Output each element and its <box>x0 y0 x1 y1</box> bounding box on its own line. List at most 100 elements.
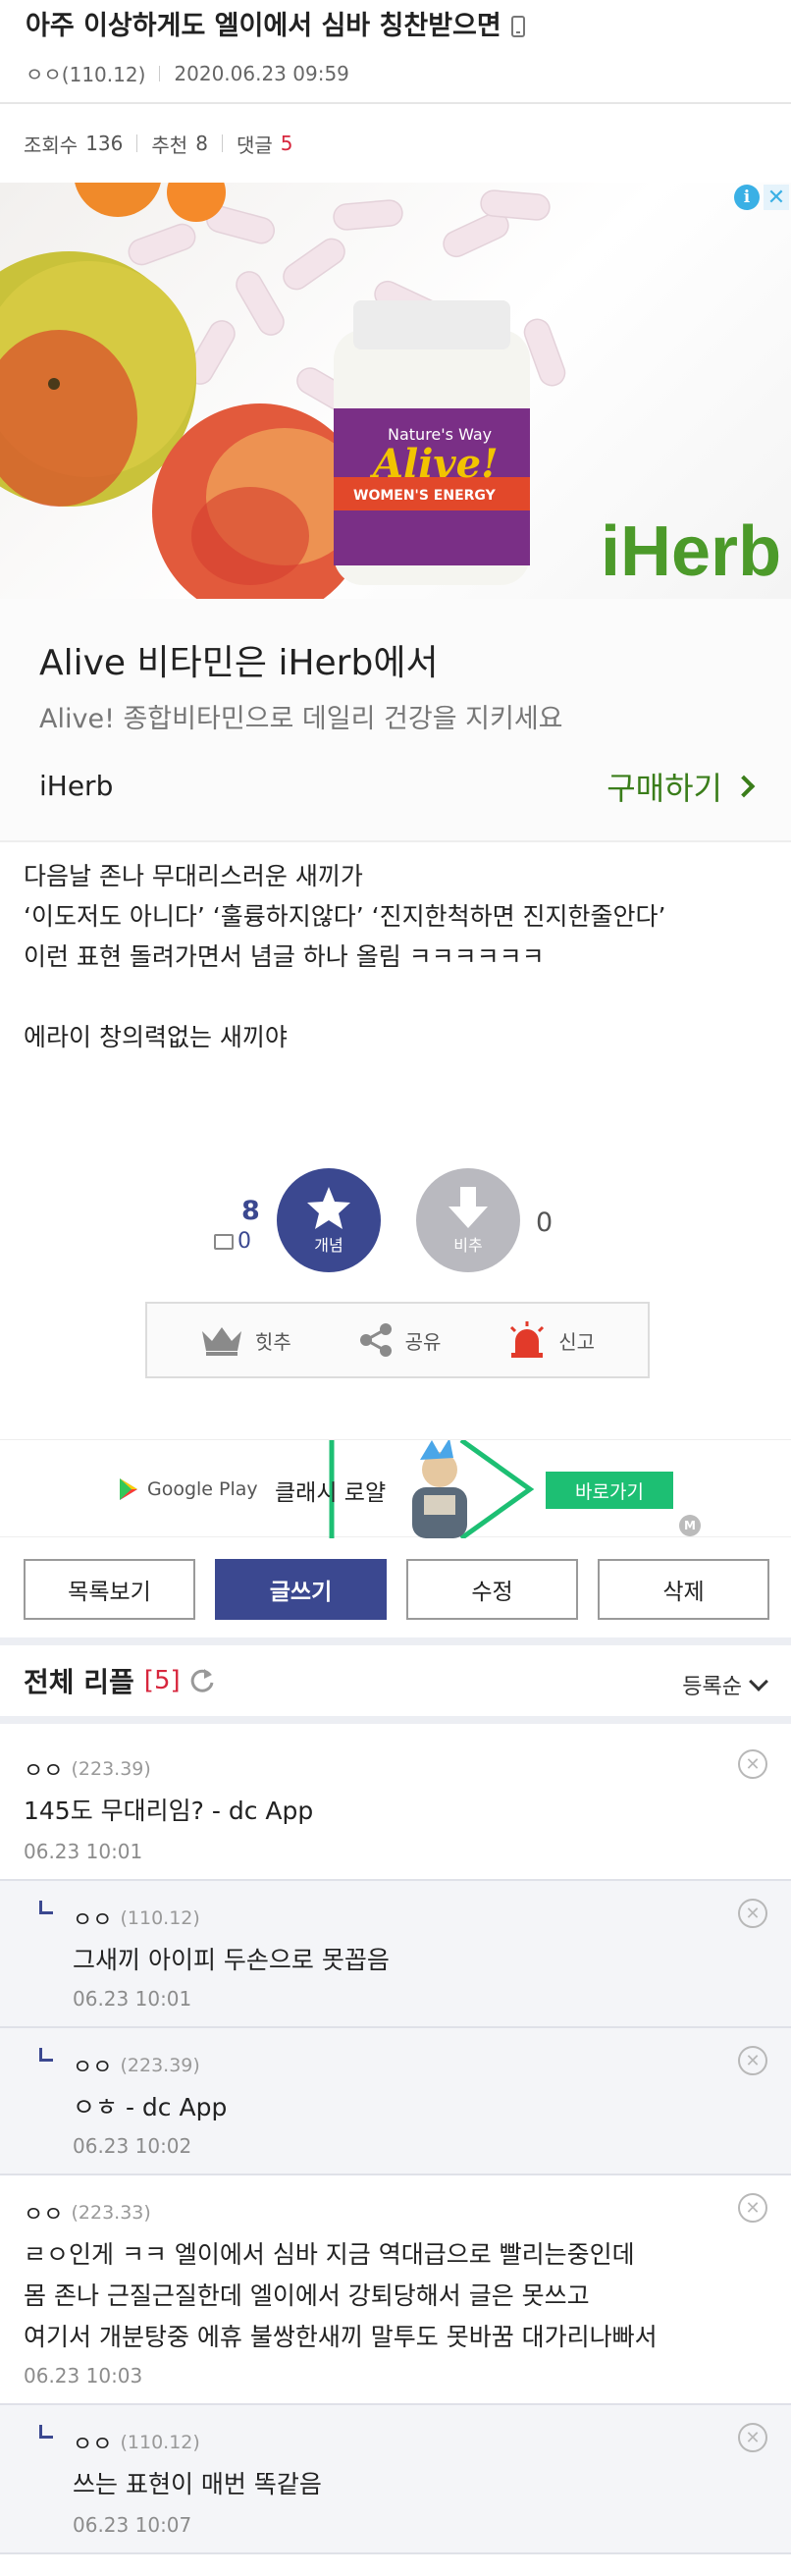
ad-description: Alive! 종합비타민으로 데일리 건강을 지키세요 <box>39 704 563 734</box>
ad-info-icon[interactable]: i <box>734 185 760 210</box>
downvote-label: 비추 <box>453 1236 483 1255</box>
section-divider <box>0 1637 791 1645</box>
post-body-line: 이런 표현 돌려가면서 념글 하나 올림 ㅋㅋㅋㅋㅋㅋ <box>24 942 545 971</box>
reply-arrow-icon <box>39 2048 53 2062</box>
share-icon <box>359 1323 392 1357</box>
star-icon <box>307 1187 350 1229</box>
post-action-bar: 힛추 공유 신고 <box>145 1302 650 1378</box>
comment-date: 06.23 10:07 <box>73 2513 192 2537</box>
comment-text: ㄹㅇ인게 ㅋㅋ 엘이에서 심바 지금 역대급으로 빨리는중인데 몸 존나 근질근… <box>24 2234 658 2358</box>
report-button[interactable]: 신고 <box>507 1321 595 1359</box>
recommend-label: 추천 <box>151 133 188 157</box>
post-body-line: 에라이 창의력없는 새끼야 <box>24 1023 288 1051</box>
ad-title[interactable]: Alive 비타민은 iHerb에서 <box>39 634 439 685</box>
list-button[interactable]: 목록보기 <box>24 1559 195 1620</box>
comment-delete-button[interactable]: ✕ <box>738 1899 767 1928</box>
comment-author[interactable]: ㅇㅇ (110.12) <box>73 2427 200 2458</box>
post-body-line: 다음날 존나 무대리스러운 새끼가 <box>24 862 363 890</box>
post-stats: 조회수 136 추천 8 댓글 5 <box>0 104 791 183</box>
comments-count: 5 <box>280 132 293 155</box>
game-ad-banner[interactable]: Google Play 클래시 로얄 바로가기 M <box>0 1439 791 1538</box>
reply-arrow-icon <box>39 2425 53 2439</box>
sort-label: 등록순 <box>682 1675 742 1699</box>
upvote-button[interactable]: 개념 <box>277 1168 381 1272</box>
fixed-upvote: 0 <box>214 1229 251 1254</box>
downvote-count: 0 <box>536 1208 554 1238</box>
ad-card[interactable]: Alive 비타민은 iHerb에서 Alive! 종합비타민으로 데일리 건강… <box>0 599 791 842</box>
comment-delete-button[interactable]: ✕ <box>738 2046 767 2075</box>
comment-ip: (223.39) <box>71 1758 151 1780</box>
comment-text-line: 여기서 개분탕중 에휴 불쌍한새끼 말투도 못바꿈 대가리나빠서 <box>24 2323 658 2351</box>
hit-recommend-button[interactable]: 힛추 <box>200 1323 291 1357</box>
reply-item: ㅇㅇ (223.39) ㅇㅎ - dc App 06.23 10:02 ✕ <box>0 2028 791 2175</box>
comment-author[interactable]: ㅇㅇ (223.39) <box>73 2050 200 2081</box>
refresh-icon[interactable] <box>188 1667 216 1694</box>
post-author[interactable]: ㅇㅇ(110.12) <box>26 59 145 87</box>
views-label: 조회수 <box>24 133 79 157</box>
chevron-down-icon <box>749 1672 768 1691</box>
comment-ip: (223.33) <box>71 2202 151 2224</box>
game-name: 클래시 로얄 <box>275 1480 387 1506</box>
share-button[interactable]: 공유 <box>358 1322 441 1358</box>
comment-delete-button[interactable]: ✕ <box>738 2193 767 2223</box>
fixed-upvote-count: 0 <box>237 1229 251 1254</box>
reply-arrow-icon <box>39 1901 53 1914</box>
ad-buy-label: 구매하기 <box>606 770 722 807</box>
iherb-logo: iHerb <box>601 512 781 591</box>
comment-author-name: ㅇㅇ <box>24 1759 64 1784</box>
comment-text: ㅇㅎ - dc App <box>73 2093 228 2121</box>
ad-close-icon[interactable]: ✕ <box>764 185 789 210</box>
chevron-right-icon <box>732 775 756 798</box>
upvote-count: 8 <box>241 1196 260 1226</box>
comment-text: 쓰는 표현이 매번 똑같음 <box>73 2470 322 2498</box>
mobile-icon <box>510 16 525 37</box>
bottle-sub: WOMEN'S ENERGY <box>353 488 497 504</box>
comments-label: 댓글 <box>236 133 273 157</box>
play-store-icon <box>120 1478 137 1500</box>
reply-count: [5] <box>143 1666 181 1695</box>
downvote-button[interactable]: 비추 <box>416 1168 520 1272</box>
edit-button[interactable]: 수정 <box>406 1559 578 1620</box>
comment-author[interactable]: ㅇㅇ (223.39) <box>24 1753 151 1785</box>
crown-icon <box>201 1327 241 1356</box>
game-go-button[interactable]: 바로가기 <box>546 1472 673 1509</box>
comment-delete-button[interactable]: ✕ <box>738 2423 767 2452</box>
siren-icon <box>510 1321 545 1358</box>
comment-ip: (110.12) <box>120 2432 200 2453</box>
ad-photo-illustration: Nature's Way Alive! WOMEN'S ENERGY iHerb <box>0 183 781 599</box>
views-count: 136 <box>85 132 124 155</box>
ad-image[interactable]: Nature's Way Alive! WOMEN'S ENERGY iHerb… <box>0 183 791 599</box>
ad-brand: iHerb <box>39 770 114 802</box>
comment-item: ㅇㅇ (223.33) ㄹㅇ인게 ㅋㅋ 엘이에서 심바 지금 역대급으로 빨리는… <box>0 2175 791 2405</box>
upvote-label: 개념 <box>314 1236 343 1255</box>
recommend-count: 8 <box>195 132 208 155</box>
reply-header: 전체 리플 [5] 등록순 <box>0 1645 791 1724</box>
stats-divider <box>221 134 223 152</box>
ad-buy-button[interactable]: 구매하기 <box>606 764 756 809</box>
comment-author-name: ㅇㅇ <box>73 1908 113 1933</box>
post-datetime: 2020.06.23 09:59 <box>174 61 349 85</box>
comment-author-name: ㅇㅇ <box>24 2203 64 2227</box>
comment-author[interactable]: ㅇㅇ (110.12) <box>73 1903 200 1934</box>
bottle-name: Alive! <box>369 441 499 487</box>
report-label: 신고 <box>558 1329 596 1354</box>
post-button-row: 목록보기 글쓰기 수정 삭제 <box>24 1559 769 1620</box>
comment-date: 06.23 10:01 <box>73 1987 192 2011</box>
vote-area: 8 0 개념 비추 0 <box>0 1168 791 1276</box>
comment-delete-button[interactable]: ✕ <box>738 1749 767 1779</box>
ad-network-badge: M <box>679 1515 701 1536</box>
post-header: 아주 이상하게도 엘이에서 심바 칭찬받으면 ㅇㅇ(110.12) 2020.0… <box>0 0 791 104</box>
hit-recommend-label: 힛추 <box>254 1329 291 1354</box>
delete-button[interactable]: 삭제 <box>598 1559 769 1620</box>
comment-author-name: ㅇㅇ <box>73 2056 113 2080</box>
meta-divider <box>159 65 161 81</box>
comment-ip: (223.39) <box>120 2055 200 2076</box>
comment-text-line: ㄹㅇ인게 ㅋㅋ 엘이에서 심바 지금 역대급으로 빨리는중인데 <box>24 2240 635 2269</box>
write-button[interactable]: 글쓰기 <box>215 1559 387 1620</box>
post-meta: ㅇㅇ(110.12) 2020.06.23 09:59 <box>26 59 765 87</box>
comment-author[interactable]: ㅇㅇ (223.33) <box>24 2197 151 2228</box>
sort-dropdown[interactable]: 등록순 <box>682 1669 768 1700</box>
ad-badges: i ✕ <box>734 185 789 210</box>
post-title: 아주 이상하게도 엘이에서 심바 칭찬받으면 <box>26 8 765 45</box>
comment-item: ㅇㅇ (223.39) 145도 무대리임? - dc App 06.23 10… <box>0 1732 791 1881</box>
